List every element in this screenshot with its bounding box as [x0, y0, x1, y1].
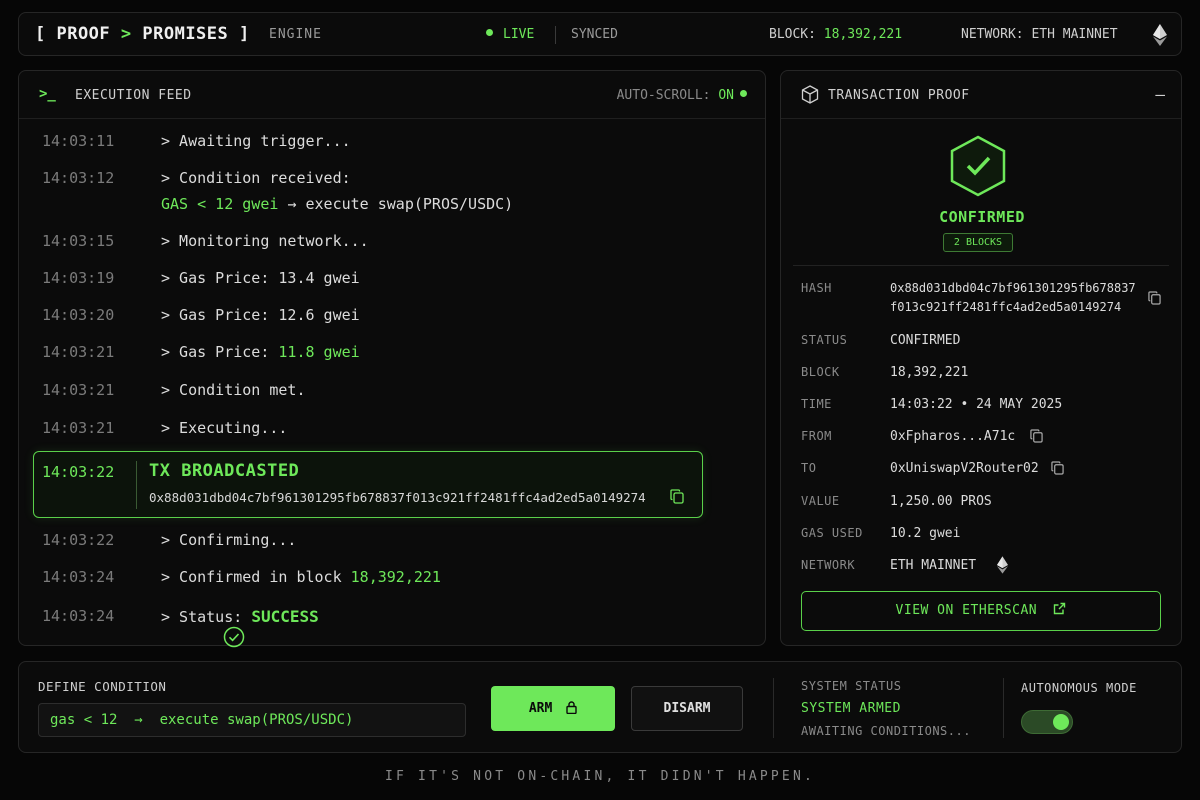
log-timestamp: 14:03:22	[42, 463, 115, 481]
from-value: 0xFpharos...A71c	[890, 429, 1016, 444]
log-timestamp: 14:03:24	[42, 568, 115, 586]
time-label: TIME	[801, 397, 832, 411]
feed-header: >_ EXECUTION FEED AUTO-SCROLL: ON	[19, 71, 765, 119]
divider	[773, 678, 774, 738]
log-message: > Confirming...	[161, 531, 297, 549]
system-status-value: SYSTEM ARMED	[801, 701, 901, 716]
log-timestamp: 14:03:21	[42, 381, 115, 399]
network-readout: NETWORK: ETH MAINNET	[961, 27, 1118, 42]
log-message: > Gas Price: 13.4 gwei	[161, 269, 360, 287]
log-timestamp: 14:03:21	[42, 343, 115, 361]
divider	[793, 265, 1169, 266]
app-logo: [ PROOF > PROMISES ]	[35, 24, 250, 44]
status-value: CONFIRMED	[890, 333, 961, 348]
gas-value: 10.2 gwei	[890, 526, 961, 541]
synced-label: SYNCED	[571, 27, 618, 42]
log-message: > Gas Price: 11.8 gwei	[161, 343, 360, 361]
hash-value-line1: 0x88d031dbd04c7bf961301295fb678837	[890, 281, 1136, 295]
collapse-button[interactable]: —	[1155, 85, 1165, 104]
top-bar: [ PROOF > PROMISES ] ENGINE LIVE SYNCED …	[18, 12, 1182, 56]
terminal-icon: >_	[39, 86, 56, 102]
ethereum-icon	[1153, 24, 1167, 50]
lock-icon	[566, 701, 577, 715]
copy-icon[interactable]	[1030, 429, 1043, 447]
network-value: ETH MAINNET	[890, 558, 977, 573]
engine-label: ENGINE	[269, 27, 322, 42]
live-dot-icon	[486, 29, 493, 36]
system-status-label: SYSTEM STATUS	[801, 679, 902, 693]
block-value: 18,392,221	[890, 365, 969, 380]
log-message: > Condition met.	[161, 381, 306, 399]
log-message: > Executing...	[161, 419, 288, 437]
proof-header: TRANSACTION PROOF —	[781, 71, 1181, 119]
log-timestamp: 14:03:19	[42, 269, 115, 287]
cube-icon	[801, 85, 819, 108]
disarm-button[interactable]: DISARM	[631, 686, 743, 731]
log-timestamp: 14:03:21	[42, 419, 115, 437]
log-timestamp: 14:03:22	[42, 531, 115, 549]
shield-check-icon	[949, 135, 1007, 201]
divider	[555, 26, 556, 44]
success-label: SUCCESS	[251, 607, 319, 626]
divider	[1003, 678, 1004, 738]
autonomous-mode-label: AUTONOMOUS MODE	[1021, 681, 1137, 695]
execution-feed-panel: >_ EXECUTION FEED AUTO-SCROLL: ON 14:03:…	[18, 70, 766, 648]
log-timestamp: 14:03:24	[42, 607, 115, 625]
arm-button[interactable]: ARM	[491, 686, 615, 731]
toggle-knob	[1053, 714, 1069, 730]
condition-input[interactable]: gas < 12 → execute swap(PROS/USDC)	[38, 703, 466, 737]
confirmation-status: CONFIRMED	[939, 208, 1025, 226]
log-message: > Gas Price: 12.6 gwei	[161, 306, 360, 324]
status-dot-icon	[740, 90, 747, 97]
ethereum-icon	[997, 556, 1008, 578]
tx-broadcast-card: 14:03:22 TX BROADCASTED 0x88d031dbd04c7b…	[33, 451, 703, 518]
time-value: 14:03:22 • 24 MAY 2025	[890, 397, 1063, 412]
log-message: > Confirmed in block 18,392,221	[161, 568, 441, 586]
autonomous-mode-toggle[interactable]	[1021, 710, 1073, 734]
proof-title: TRANSACTION PROOF	[828, 88, 970, 103]
log-message: > Monitoring network...	[161, 232, 369, 250]
gas-label: GAS USED	[801, 526, 863, 540]
status-label: STATUS	[801, 333, 848, 347]
system-status-subtext: AWAITING CONDITIONS...	[801, 724, 971, 738]
blocks-badge: 2 BLOCKS	[943, 233, 1013, 252]
tx-hash: 0x88d031dbd04c7bf961301295fb678837f013c9…	[149, 490, 646, 505]
log-timestamp: 14:03:12	[42, 169, 115, 187]
view-on-etherscan-button[interactable]: VIEW ON ETHERSCAN	[801, 591, 1161, 631]
live-indicator: LIVE	[486, 27, 534, 42]
block-readout: BLOCK: 18,392,221	[769, 27, 903, 42]
log-timestamp: 14:03:20	[42, 306, 115, 324]
hash-label: HASH	[801, 281, 832, 295]
log-message: > Status: SUCCESS	[161, 607, 319, 648]
network-label: NETWORK	[801, 558, 856, 572]
copy-icon[interactable]	[670, 489, 684, 508]
control-bar: DEFINE CONDITION gas < 12 → execute swap…	[18, 661, 1182, 753]
transaction-proof-panel: TRANSACTION PROOF — CONFIRMED 2 BLOCKS H…	[780, 70, 1182, 646]
check-circle-icon	[223, 626, 245, 648]
copy-icon[interactable]	[1051, 461, 1064, 479]
tx-broadcast-title: TX BROADCASTED	[149, 461, 300, 481]
to-label: TO	[801, 461, 817, 475]
define-condition-label: DEFINE CONDITION	[38, 679, 167, 694]
copy-icon[interactable]	[1148, 291, 1161, 309]
autoscroll-toggle[interactable]: AUTO-SCROLL: ON	[617, 88, 747, 103]
divider	[136, 461, 137, 509]
value-amount: 1,250.00 PROS	[890, 494, 992, 509]
from-label: FROM	[801, 429, 832, 443]
condition-action: execute swap(PROS/USDC)	[305, 195, 514, 213]
hash-value-line2: f013c921ff2481ffc4ad2ed5a0149274	[890, 300, 1122, 314]
external-link-icon	[1054, 602, 1066, 615]
log-timestamp: 14:03:11	[42, 132, 115, 150]
log-timestamp: 14:03:15	[42, 232, 115, 250]
block-label: BLOCK	[801, 365, 840, 379]
value-label: VALUE	[801, 494, 840, 508]
footer-tagline: IF IT'S NOT ON-CHAIN, IT DIDN'T HAPPEN.	[384, 769, 816, 784]
to-value: 0xUniswapV2Router02	[890, 461, 1039, 476]
log-message: > Awaiting trigger...	[161, 132, 351, 150]
feed-title: EXECUTION FEED	[75, 88, 192, 103]
log-message: > Condition received:	[161, 169, 351, 187]
condition-expression: GAS < 12 gwei	[161, 195, 279, 213]
